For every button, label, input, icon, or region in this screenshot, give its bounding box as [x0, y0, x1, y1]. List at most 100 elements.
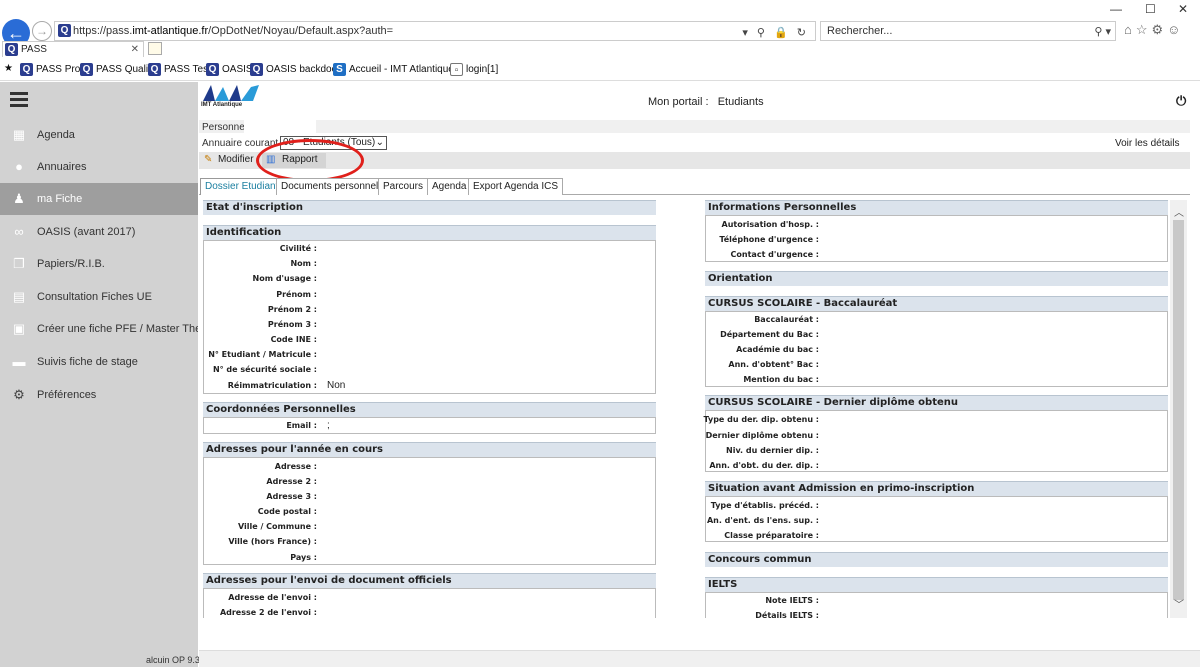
- fav-pass-test[interactable]: Q PASS Test: [148, 63, 211, 76]
- field-label: Nom d'usage :: [252, 274, 317, 283]
- field-label: Ann. d'obtent° Bac :: [728, 360, 819, 369]
- field-label: Ann. d'obt. du der. dip. :: [709, 461, 819, 470]
- bottom-bar: [199, 650, 1200, 667]
- field-label: Adresse 2 de l'envoi :: [219, 608, 317, 617]
- address-bar[interactable]: Q https://pass.imt-atlantique.fr/OpDotNe…: [54, 21, 816, 41]
- sidebar-item-label: Annuaires: [37, 161, 87, 173]
- sidebar-item-preferences[interactable]: ⚙ Préférences: [0, 379, 198, 411]
- maximize-icon[interactable]: ☐: [1145, 2, 1156, 16]
- address-tools-icon[interactable]: ▾ ⚲ 🔒 ↻: [742, 24, 809, 42]
- scroll-down-icon[interactable]: ﹀: [1174, 596, 1184, 611]
- fav-label: OASIS: [222, 64, 253, 76]
- url-path: /OpDotNet/Noyau/Default.aspx?auth=: [208, 25, 394, 37]
- sidebar-item-oasis[interactable]: ∞ OASIS (avant 2017): [0, 216, 198, 248]
- browser-tab[interactable]: Q PASS ✕: [2, 41, 144, 57]
- sidebar-item-consultation-ue[interactable]: ▤ Consultation Fiches UE: [0, 281, 198, 313]
- minimize-icon[interactable]: —: [1110, 2, 1122, 16]
- field-label: Civilité :: [279, 244, 317, 253]
- sidebar-item-papiers[interactable]: ❐ Papiers/R.I.B.: [0, 248, 198, 280]
- sidebar-item-agenda[interactable]: ▦ Agenda: [0, 119, 198, 151]
- fav-logo-icon: Q: [206, 63, 219, 76]
- link-icon: ∞: [14, 224, 24, 239]
- users-icon: ●: [15, 159, 23, 174]
- url-domain: imt-atlantique.fr: [132, 25, 209, 37]
- tab-parcours[interactable]: Parcours: [378, 178, 429, 195]
- id-card-icon: ▤: [12, 289, 26, 304]
- section-etat-inscription: Etat d'inscription: [203, 200, 656, 215]
- sidebar-item-pfe[interactable]: ▣ Créer une fiche PFE / Master Thesis: [0, 313, 198, 345]
- fav-oasis[interactable]: Q OASIS: [206, 63, 253, 76]
- modifier-label: Modifier: [217, 154, 254, 165]
- version-label: alcuin OP 9.3: [146, 655, 200, 665]
- section-adresses: Adresses pour l'année en cours: [203, 442, 656, 457]
- sidebar-item-label: Créer une fiche PFE / Master Thesis: [37, 323, 198, 335]
- field-label: N° Etudiant / Matricule :: [208, 350, 317, 359]
- sidebar-item-label: OASIS (avant 2017): [37, 226, 136, 238]
- sidebar-item-stage[interactable]: ▬ Suivis fiche de stage: [0, 346, 198, 378]
- sidebar-item-label: Consultation Fiches UE: [37, 291, 152, 303]
- hamburger-menu-icon[interactable]: [10, 92, 28, 110]
- section-dernier-diplome: CURSUS SCOLAIRE - Dernier diplôme obtenu: [705, 395, 1168, 410]
- tab-dossier-etudiant[interactable]: Dossier Etudiant: [200, 178, 284, 195]
- scrollbar[interactable]: ︿ ﹀: [1170, 200, 1187, 618]
- gear-icon: ⚙: [13, 387, 25, 402]
- field-label: Code INE :: [270, 335, 317, 344]
- search-input[interactable]: Rechercher... ⚲ ▾: [820, 21, 1116, 41]
- field-label: Classe préparatoire :: [724, 531, 819, 540]
- field-label: Baccalauréat :: [754, 315, 819, 324]
- section-situation: Situation avant Admission en primo-inscr…: [705, 481, 1168, 496]
- section-ielts: IELTS: [705, 577, 1168, 592]
- close-window-icon[interactable]: ✕: [1178, 2, 1188, 16]
- coordonnees-box: [203, 417, 656, 434]
- field-label: Nom :: [290, 259, 317, 268]
- section-envoi: Adresses pour l'envoi de document offici…: [203, 573, 656, 588]
- toolbar-icons[interactable]: ⌂☆⚙☺: [1124, 22, 1184, 38]
- folder-icon: ▬: [12, 354, 26, 369]
- logo-title: IMT Atlantique: [201, 102, 243, 108]
- field-label: Académie du bac :: [736, 345, 819, 354]
- section-identification: Identification: [203, 225, 656, 240]
- fav-label: PASS Test: [164, 64, 211, 76]
- copy-icon: ❐: [13, 256, 25, 271]
- scroll-up-icon[interactable]: ︿: [1174, 204, 1184, 219]
- sidebar-item-ma-fiche[interactable]: ♟ ma Fiche: [0, 183, 198, 215]
- calendar-icon: ▦: [12, 127, 26, 142]
- field-label: Pays :: [290, 553, 317, 562]
- tab-documents-personnels[interactable]: Documents personnels: [276, 178, 389, 195]
- close-tab-icon[interactable]: ✕: [131, 42, 139, 57]
- section-concours: Concours commun: [705, 552, 1168, 567]
- new-tab-icon[interactable]: [148, 42, 162, 55]
- personne-field[interactable]: [244, 119, 316, 133]
- portal-label: Mon portail :: [648, 96, 709, 108]
- power-icon[interactable]: ⏻: [1176, 93, 1186, 109]
- fav-accueil[interactable]: S Accueil - IMT Atlantique: [333, 63, 454, 76]
- details-link[interactable]: Voir les détails: [1115, 138, 1179, 149]
- field-label: Mention du bac :: [743, 375, 819, 384]
- field-label: Niv. du dernier dip. :: [726, 446, 819, 455]
- field-label: Type du der. dip. obtenu :: [703, 415, 819, 424]
- tab-agenda[interactable]: Agenda: [427, 178, 472, 195]
- forward-icon[interactable]: →: [32, 21, 52, 41]
- portal-value[interactable]: Etudiants: [718, 96, 764, 108]
- field-label: Contact d'urgence :: [730, 250, 819, 259]
- favorites-star-icon[interactable]: ★: [4, 63, 13, 74]
- field-label: Adresse :: [274, 462, 317, 471]
- fav-logo-icon: Q: [250, 63, 263, 76]
- fav-oasis-backdoor[interactable]: Q OASIS backdoor: [250, 63, 340, 76]
- search-icon[interactable]: ⚲ ▾: [1094, 23, 1111, 41]
- fav-label: OASIS backdoor: [266, 64, 341, 76]
- chevron-down-icon: ⌄: [375, 137, 384, 148]
- fav-pass-prod[interactable]: Q PASS Prod: [20, 63, 86, 76]
- sidebar-item-annuaires[interactable]: ● Annuaires: [0, 151, 198, 183]
- scrollbar-thumb[interactable]: [1173, 220, 1184, 600]
- reimmatriculation-value: Non: [327, 380, 346, 391]
- fav-pass-qualif[interactable]: Q PASS Qualif: [80, 63, 151, 76]
- highlight-annotation: [256, 139, 364, 182]
- fav-login[interactable]: ▫ login[1]: [450, 63, 498, 76]
- modifier-button[interactable]: ✎ Modifier: [204, 153, 254, 168]
- section-coordonnees: Coordonnées Personnelles: [203, 402, 656, 417]
- tab-export-ics[interactable]: Export Agenda ICS: [468, 178, 564, 195]
- sidebar-item-label: Préférences: [37, 389, 97, 401]
- field-label: Détails IELTS :: [755, 611, 819, 620]
- site-logo-icon: Q: [58, 24, 71, 37]
